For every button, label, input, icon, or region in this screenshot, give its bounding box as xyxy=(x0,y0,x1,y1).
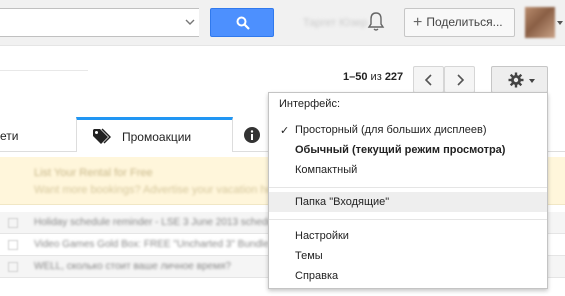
row-checkbox[interactable] xyxy=(8,262,18,272)
older-page-button[interactable] xyxy=(413,66,444,93)
newer-page-button[interactable] xyxy=(444,66,475,93)
row-checkbox[interactable] xyxy=(8,218,18,228)
ad-description: Want more bookings? Advertise your vacat… xyxy=(34,184,288,196)
menu-item-label: Просторный (для больших дисплеев) xyxy=(295,124,487,136)
display-density-heading: Интерфейс: xyxy=(279,98,340,110)
page-range: 1–50 xyxy=(343,71,368,83)
menu-item-label: Справка xyxy=(295,270,339,282)
menu-divider xyxy=(269,187,547,188)
toolbar-divider xyxy=(0,70,88,71)
menu-divider xyxy=(269,219,547,220)
menu-item-label: Темы xyxy=(295,250,323,262)
tab-updates[interactable] xyxy=(233,118,273,152)
menu-item-settings[interactable]: Настройки xyxy=(269,226,547,246)
mail-snippet: Video Games Gold Box: FREE "Uncharted 3"… xyxy=(34,239,269,250)
menu-item-label: Обычный (текущий режим просмотра) xyxy=(295,144,506,156)
menu-item-inbox[interactable]: Папка "Входящие" xyxy=(269,192,547,212)
account-name[interactable]: Таргет Юзер xyxy=(303,17,367,29)
share-button-label: Поделиться... xyxy=(426,15,503,29)
info-icon xyxy=(244,127,260,143)
mail-snippet: Holiday schedule reminder - LSE 3 June 2… xyxy=(34,217,281,228)
tag-icon xyxy=(93,128,111,144)
menu-item-label: Компактный xyxy=(295,164,358,176)
chevron-down-icon xyxy=(529,79,535,83)
search-button[interactable] xyxy=(210,8,274,37)
account-caret-icon[interactable] xyxy=(557,21,563,25)
menu-item-label: Папка "Входящие" xyxy=(295,196,390,208)
menu-item-cozy[interactable]: Обычный (текущий режим просмотра) xyxy=(269,140,547,160)
avatar[interactable] xyxy=(525,7,555,38)
plus-icon: + xyxy=(413,14,423,31)
row-checkbox[interactable] xyxy=(8,240,18,250)
mail-snippet: WELL, сколько стоит ваше личное время? xyxy=(34,261,231,272)
search-options-chevron-icon[interactable] xyxy=(185,17,195,27)
search-icon xyxy=(236,16,250,30)
share-button[interactable]: + Поделиться... xyxy=(404,8,515,37)
page-total: 227 xyxy=(384,71,404,83)
menu-item-help[interactable]: Справка xyxy=(269,266,547,286)
bell-icon[interactable] xyxy=(367,11,385,33)
settings-button[interactable] xyxy=(491,66,548,93)
pagination-label: 1–50 из 227 xyxy=(343,71,403,83)
page-of-word: из xyxy=(370,71,382,83)
tab-promotions-label: Промоакции xyxy=(122,130,192,144)
check-icon: ✓ xyxy=(280,125,290,137)
menu-item-comfortable[interactable]: ✓ Просторный (для больших дисплеев) xyxy=(269,120,547,140)
search-input[interactable] xyxy=(0,8,199,37)
chevron-left-icon xyxy=(424,74,432,86)
ad-title: List Your Rental for Free xyxy=(34,167,153,179)
gear-icon xyxy=(508,72,524,88)
chevron-right-icon xyxy=(457,74,465,86)
top-bar: Таргет Юзер + Поделиться... xyxy=(0,0,565,46)
menu-item-compact[interactable]: Компактный xyxy=(269,160,547,180)
menu-item-label: Настройки xyxy=(295,230,349,242)
tab-social-label: ети xyxy=(0,129,19,143)
tab-social[interactable]: ети xyxy=(0,118,76,152)
tab-promotions[interactable]: Промоакции xyxy=(76,117,233,152)
menu-item-themes[interactable]: Темы xyxy=(269,246,547,266)
settings-menu: Интерфейс: ✓ Просторный (для больших дис… xyxy=(268,92,548,289)
